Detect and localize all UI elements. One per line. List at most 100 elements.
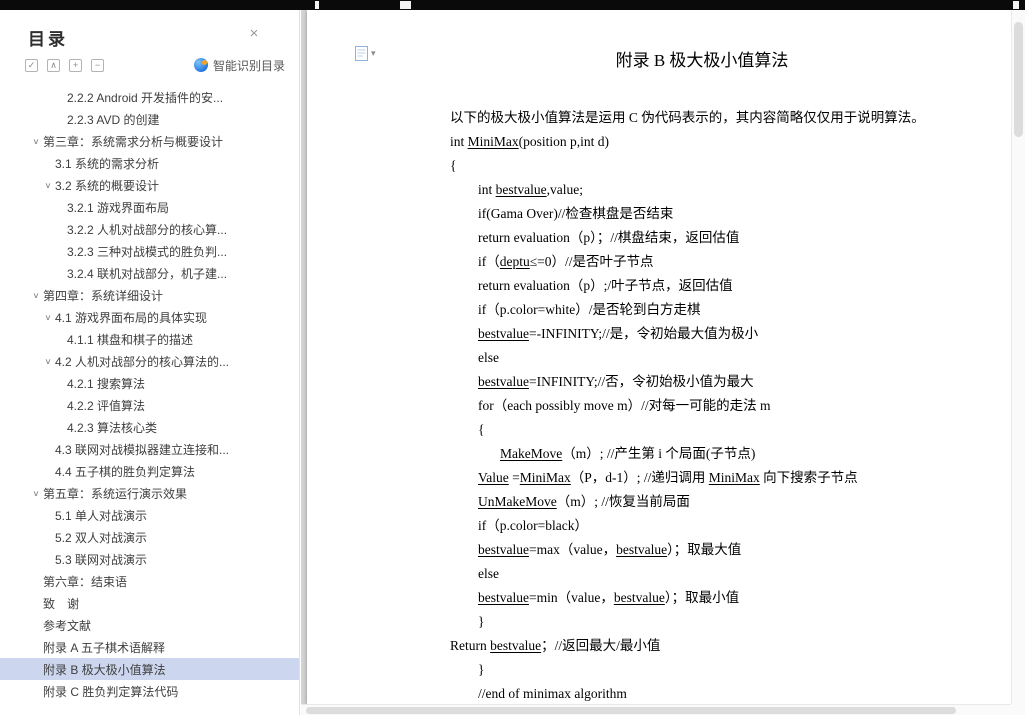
misspelled-word: UnMakeMove: [478, 494, 557, 509]
doc-line: return evaluation（p）;/叶子节点，返回估值: [478, 278, 733, 293]
toc-item-label: 4.4 五子棋的胜负判定算法: [55, 464, 196, 479]
smart-toc-button[interactable]: 智能识别目录: [193, 57, 285, 74]
doc-line: {: [478, 422, 485, 437]
misspelled-word: bestvalue: [478, 542, 529, 557]
toc-item-label: 4.1.1 棋盘和棋子的描述: [67, 332, 194, 347]
topbar-mark: [1013, 1, 1019, 9]
misspelled-word: bestvalue: [478, 326, 529, 341]
toc-item[interactable]: ∨ 第四章：系统详细设计: [0, 284, 299, 306]
toc-item[interactable]: ∨4.3 联网对战模拟器建立连接和...: [0, 438, 299, 460]
chevron-down-icon[interactable]: ∨: [41, 357, 55, 366]
smart-toc-label: 智能识别目录: [212, 58, 285, 73]
toc-item[interactable]: ∨第六章：结束语: [0, 570, 299, 592]
toc-item-label: 第三章：系统需求分析与概要设计: [43, 134, 224, 149]
doc-line: bestvalue=-INFINITY;//是，令初始最大值为极小: [478, 326, 759, 341]
doc-line: if（p.color=white）/是否轮到白方走棋: [478, 302, 701, 317]
toc-item[interactable]: ∨4.2.3 算法核心类: [0, 416, 299, 438]
horizontal-scrollbar-thumb[interactable]: [306, 707, 956, 714]
close-icon[interactable]: ×: [246, 26, 262, 42]
toc-item[interactable]: ∨3.2.1 游戏界面布局: [0, 196, 299, 218]
collapse-all-icon[interactable]: −: [91, 58, 104, 72]
misspelled-word: bestvalue: [616, 542, 668, 557]
toc-item-label: 4.3 联网对战模拟器建立连接和...: [55, 442, 230, 457]
toc-item[interactable]: ∨ 3.2 系统的概要设计: [0, 174, 299, 196]
toc-item[interactable]: ∨致 谢: [0, 592, 299, 614]
document-canvas: ▾ 附录 B 极大极小值算法 以下的极大极小值算法是运用 C 伪代码表示的，其内…: [301, 10, 1025, 715]
misspelled-word: MiniMax: [467, 134, 519, 149]
toc-item[interactable]: ∨ 第五章：系统运行演示效果: [0, 482, 299, 504]
toc-item[interactable]: ∨参考文献: [0, 614, 299, 636]
expand-all-icon[interactable]: +: [69, 58, 82, 72]
vertical-scrollbar-thumb[interactable]: [1014, 22, 1023, 137]
toc-item-label: 5.1 单人对战演示: [55, 508, 148, 523]
toc-item[interactable]: ∨5.3 联网对战演示: [0, 548, 299, 570]
toc-item[interactable]: ∨2.2.2 Android 开发插件的安...: [0, 86, 299, 108]
doc-line: bestvalue=max（value，bestvalue）；取最大值: [478, 542, 742, 557]
toc-item-label: 附录 A 五子棋术语解释: [43, 640, 166, 655]
toc-item[interactable]: ∨5.1 单人对战演示: [0, 504, 299, 526]
doc-line: if（p.color=black）: [478, 518, 588, 533]
toc-item-label: 附录 C 胜负判定算法代码: [43, 684, 179, 699]
doc-line: MakeMove（m）; //产生第 i 个局面(子节点): [500, 446, 756, 461]
topbar-mark: [400, 1, 411, 9]
toc-item-label: 致 谢: [43, 596, 80, 611]
scrollbar-corner: [1011, 704, 1025, 715]
toc-item-label: 2.2.2 Android 开发插件的安...: [67, 90, 224, 105]
toc-item-label: 2.2.3 AVD 的创建: [67, 112, 160, 127]
toc-item-label: 3.1 系统的需求分析: [55, 156, 160, 171]
toc-item[interactable]: ∨ 4.2 人机对战部分的核心算法的...: [0, 350, 299, 372]
toc-item-label: 附录 B 极大极小值算法: [43, 662, 166, 677]
select-all-icon[interactable]: ✓: [25, 58, 38, 72]
misspelled-word: deptu: [499, 254, 530, 269]
horizontal-scrollbar[interactable]: [301, 704, 1011, 715]
toc-item[interactable]: ∨4.1.1 棋盘和棋子的描述: [0, 328, 299, 350]
toc-toolbar: ✓ ∧ + − 智能识别目录: [25, 57, 285, 73]
toc-item[interactable]: ∨3.2.2 人机对战部分的核心算...: [0, 218, 299, 240]
doc-line: int MiniMax(position p,int d): [450, 134, 610, 149]
doc-line: bestvalue=INFINITY;//否，令初始极小值为最大: [478, 374, 754, 389]
toc-panel-title: 目录: [28, 30, 68, 49]
vertical-scrollbar[interactable]: [1011, 10, 1025, 704]
doc-line: }: [478, 662, 485, 677]
toc-item[interactable]: ∨附录 C 胜负判定算法代码: [0, 680, 299, 702]
toc-item[interactable]: ∨3.2.3 三种对战模式的胜负判...: [0, 240, 299, 262]
toc-item-label: 3.2.1 游戏界面布局: [67, 200, 170, 215]
misspelled-word: MakeMove: [500, 446, 563, 461]
locate-heading-icon[interactable]: ∧: [47, 58, 60, 72]
doc-line: }: [478, 614, 485, 629]
toc-item-label: 4.2 人机对战部分的核心算法的...: [55, 354, 230, 369]
toc-item-label: 参考文献: [43, 618, 92, 633]
toc-item-label: 3.2.2 人机对战部分的核心算...: [67, 222, 228, 237]
toc-item[interactable]: ∨2.2.3 AVD 的创建: [0, 108, 299, 130]
toc-item[interactable]: ∨ 第三章：系统需求分析与概要设计: [0, 130, 299, 152]
toc-item-label: 4.2.3 算法核心类: [67, 420, 158, 435]
toc-item-label: 5.3 联网对战演示: [55, 552, 148, 567]
toc-item-label: 3.2.4 联机对战部分，机子建...: [67, 266, 228, 281]
toc-item[interactable]: ∨3.1 系统的需求分析: [0, 152, 299, 174]
toc-item[interactable]: ∨ 4.1 游戏界面布局的具体实现: [0, 306, 299, 328]
doc-line: bestvalue=min（value，bestvalue）；取最小值: [478, 590, 740, 605]
chevron-down-icon[interactable]: ∨: [29, 291, 43, 300]
doc-line: else: [478, 566, 499, 581]
toc-item-label: 4.1 游戏界面布局的具体实现: [55, 310, 208, 325]
doc-line: if(Gama Over)//检查棋盘是否结束: [478, 206, 674, 221]
topbar-mark: [315, 1, 319, 9]
chevron-down-icon[interactable]: ∨: [29, 489, 43, 498]
toc-item[interactable]: ∨4.4 五子棋的胜负判定算法: [0, 460, 299, 482]
chevron-down-icon[interactable]: ∨: [29, 137, 43, 146]
misspelled-word: bestvalue: [490, 638, 542, 653]
toc-item[interactable]: ∨5.2 双人对战演示: [0, 526, 299, 548]
doc-line: return evaluation（p）；//棋盘结束，返回估值: [478, 230, 740, 245]
toc-item[interactable]: ∨附录 B 极大极小值算法: [0, 658, 299, 680]
chevron-down-icon[interactable]: ∨: [41, 181, 55, 190]
misspelled-word: MiniMax: [519, 470, 571, 485]
toc-tree: ∨2.2.2 Android 开发插件的安...∨2.2.3 AVD 的创建∨第…: [0, 86, 299, 702]
toc-toolbar-icons: ✓ ∧ + −: [25, 58, 113, 72]
chevron-down-icon[interactable]: ∨: [41, 313, 55, 322]
toc-item[interactable]: ∨3.2.4 联机对战部分，机子建...: [0, 262, 299, 284]
document-page: ▾ 附录 B 极大极小值算法 以下的极大极小值算法是运用 C 伪代码表示的，其内…: [307, 10, 1025, 704]
toc-item[interactable]: ∨4.2.2 评值算法: [0, 394, 299, 416]
toc-item[interactable]: ∨4.2.1 搜索算法: [0, 372, 299, 394]
toc-item[interactable]: ∨附录 A 五子棋术语解释: [0, 636, 299, 658]
doc-line: {: [450, 158, 457, 173]
